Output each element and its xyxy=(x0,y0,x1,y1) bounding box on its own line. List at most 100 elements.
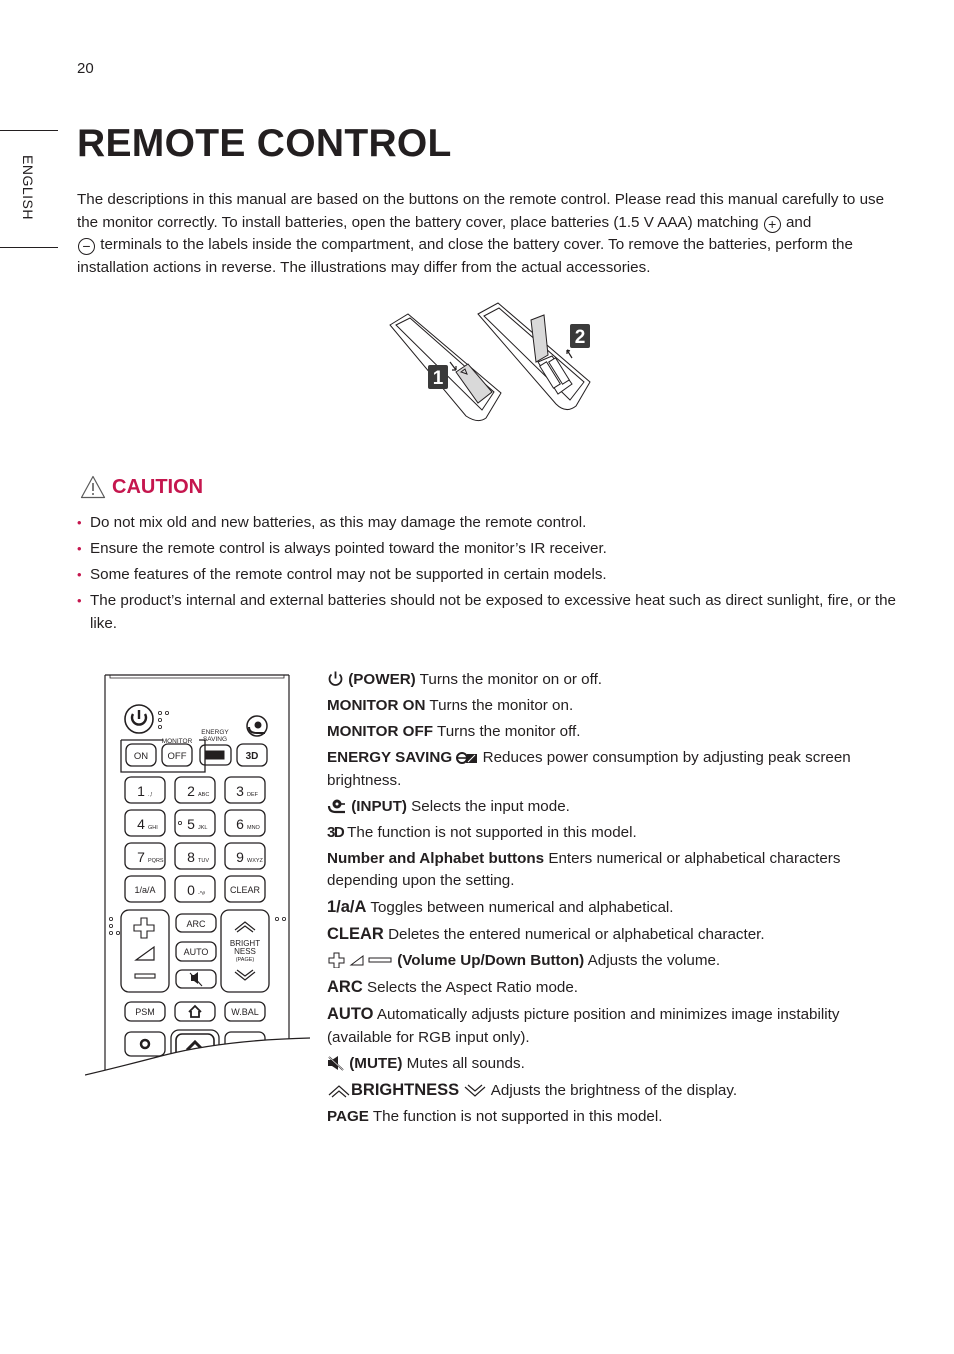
intro-text-2: and xyxy=(781,213,812,231)
desc-label: ARC xyxy=(327,978,363,997)
desc-text: Adjusts the brightness of the display. xyxy=(487,1081,738,1099)
desc-label: (MUTE) xyxy=(349,1054,403,1072)
ness-key-label: NESS xyxy=(234,947,256,956)
remote-control-illustration: MONITOR ENERGY SAVING ON OFF 3D 1 2 3 4 … xyxy=(85,674,310,1076)
energy-saving-icon xyxy=(456,751,478,764)
desc-label: BRIGHTNESS xyxy=(351,1080,460,1099)
key-0-sub: -*# xyxy=(198,891,206,897)
number-keypad xyxy=(124,776,266,903)
desc-text: Toggles between numerical and alphabetic… xyxy=(366,899,674,917)
key-6-sub: MNO xyxy=(247,825,261,831)
arc-key-label: ARC xyxy=(186,919,206,929)
language-tab: ENGLISH xyxy=(0,130,58,248)
key-0-label: 0 xyxy=(187,882,195,898)
caution-item: Ensure the remote control is always poin… xyxy=(77,538,897,561)
3d-key-label: 3D xyxy=(246,751,259,762)
saving-label: SAVING xyxy=(203,736,227,743)
desc-label: 1/a/A xyxy=(327,898,367,917)
key-7-label: 7 xyxy=(137,849,145,865)
psm-key-label: PSM xyxy=(135,1007,155,1017)
desc-arc: ARC Selects the Aspect Ratio mode. xyxy=(327,976,887,1000)
wbal-key-label: W.BAL xyxy=(231,1007,259,1017)
volume-down-icon xyxy=(368,957,392,963)
brightness-up-icon xyxy=(328,1084,350,1098)
minus-terminal-icon: − xyxy=(78,238,95,256)
desc-clear: CLEAR Deletes the entered numerical or a… xyxy=(327,923,887,947)
language-label: ENGLISH xyxy=(20,155,36,220)
desc-label: CLEAR xyxy=(327,925,384,944)
toggle-key-label: 1/a/A xyxy=(134,885,155,895)
key-4-sub: GHI xyxy=(148,825,158,831)
key-4-label: 4 xyxy=(137,816,145,832)
desc-label: MONITOR OFF xyxy=(327,722,434,740)
desc-text: Turns the monitor on or off. xyxy=(415,671,603,688)
power-icon xyxy=(328,671,343,686)
step-2-label: 2 xyxy=(575,327,586,348)
desc-monitor-off: MONITOR OFF Turns the monitor off. xyxy=(327,721,887,744)
desc-input: (INPUT) Selects the input mode. xyxy=(327,796,887,819)
key-5-label: 5 xyxy=(187,816,195,832)
desc-label: (Volume Up/Down Button) xyxy=(397,952,585,970)
desc-power: (POWER) Turns the monitor on or off. xyxy=(327,669,887,692)
desc-energy-saving: ENERGY SAVING Reduces power consumption … xyxy=(327,747,887,792)
desc-label: (INPUT) xyxy=(351,797,407,815)
caution-item: Do not mix old and new batteries, as thi… xyxy=(77,512,897,535)
desc-text: Turns the monitor off. xyxy=(433,722,581,740)
settings-button xyxy=(124,1031,166,1057)
key-1-label: 1 xyxy=(137,783,145,799)
desc-text: Selects the Aspect Ratio mode. xyxy=(362,979,579,997)
button-descriptions: (POWER) Turns the monitor on or off. MON… xyxy=(327,669,887,1132)
desc-label: MONITOR ON xyxy=(327,696,426,714)
desc-label: AUTO xyxy=(327,1005,374,1024)
desc-text: Adjusts the volume. xyxy=(584,952,721,970)
step-1-label: 1 xyxy=(433,368,444,389)
desc-text: The function is not supported in this mo… xyxy=(368,1107,663,1125)
intro-paragraph: The descriptions in this manual are base… xyxy=(77,189,897,279)
desc-text: Selects the input mode. xyxy=(406,797,570,815)
desc-label: Number and Alphabet buttons xyxy=(327,849,545,867)
volume-triangle-icon xyxy=(349,955,364,966)
key-6-label: 6 xyxy=(236,816,244,832)
up-arrow-button xyxy=(175,1033,215,1073)
monitor-group-label: MONITOR xyxy=(162,738,193,745)
step-1-badge: 1 xyxy=(428,365,448,389)
battery-installation-illustration: 1 2 xyxy=(389,302,591,422)
volume-icons xyxy=(328,952,392,969)
desc-text: The function is not supported in this mo… xyxy=(343,823,637,841)
volume-rocker xyxy=(120,909,170,993)
intro-text-3: terminals to the labels inside the compa… xyxy=(77,236,853,276)
key-3-label: 3 xyxy=(236,783,244,799)
power-button xyxy=(124,704,154,734)
desc-3d: 3D The function is not supported in this… xyxy=(327,822,887,845)
desc-label: (POWER) xyxy=(348,671,416,688)
desc-auto: AUTO Automatically adjusts picture posit… xyxy=(327,1003,887,1049)
key-2-sub: ABC xyxy=(198,792,209,798)
desc-label: PAGE xyxy=(327,1107,369,1125)
key-8-label: 8 xyxy=(187,849,195,865)
desc-volume: (Volume Up/Down Button) Adjusts the volu… xyxy=(327,950,887,973)
input-button xyxy=(246,715,268,737)
desc-text: Deletes the entered numerical or alphabe… xyxy=(383,926,765,944)
3d-icon: 3D xyxy=(327,823,345,841)
input-icon xyxy=(327,799,345,813)
page-key-label: (PAGE) xyxy=(236,957,255,963)
desc-page: PAGE The function is not supported in th… xyxy=(327,1106,887,1129)
desc-text: Turns the monitor on. xyxy=(425,696,574,714)
key-8-sub: TUV xyxy=(198,858,209,864)
auto-key-label: AUTO xyxy=(184,947,209,957)
key-9-label: 9 xyxy=(236,849,244,865)
caution-title: CAUTION xyxy=(112,475,204,498)
desc-label: ENERGY SAVING xyxy=(327,748,453,766)
key-9-sub: WXYZ xyxy=(247,858,264,864)
caution-item: Some features of the remote control may … xyxy=(77,564,897,587)
brightness-down-icon xyxy=(465,1084,486,1097)
caution-heading: CAUTION xyxy=(80,475,203,499)
key-5-sub: JKL xyxy=(198,825,207,831)
warning-triangle-icon xyxy=(80,475,106,499)
desc-text: Automatically adjusts picture position a… xyxy=(327,1006,840,1046)
clear-key-label: CLEAR xyxy=(230,885,261,895)
on-key-label: ON xyxy=(134,751,148,762)
desc-toggle: 1/a/A Toggles between numerical and alph… xyxy=(327,896,887,920)
step-2-badge: 2 xyxy=(570,324,590,348)
desc-mute: (MUTE) Mutes all sounds. xyxy=(327,1053,887,1076)
